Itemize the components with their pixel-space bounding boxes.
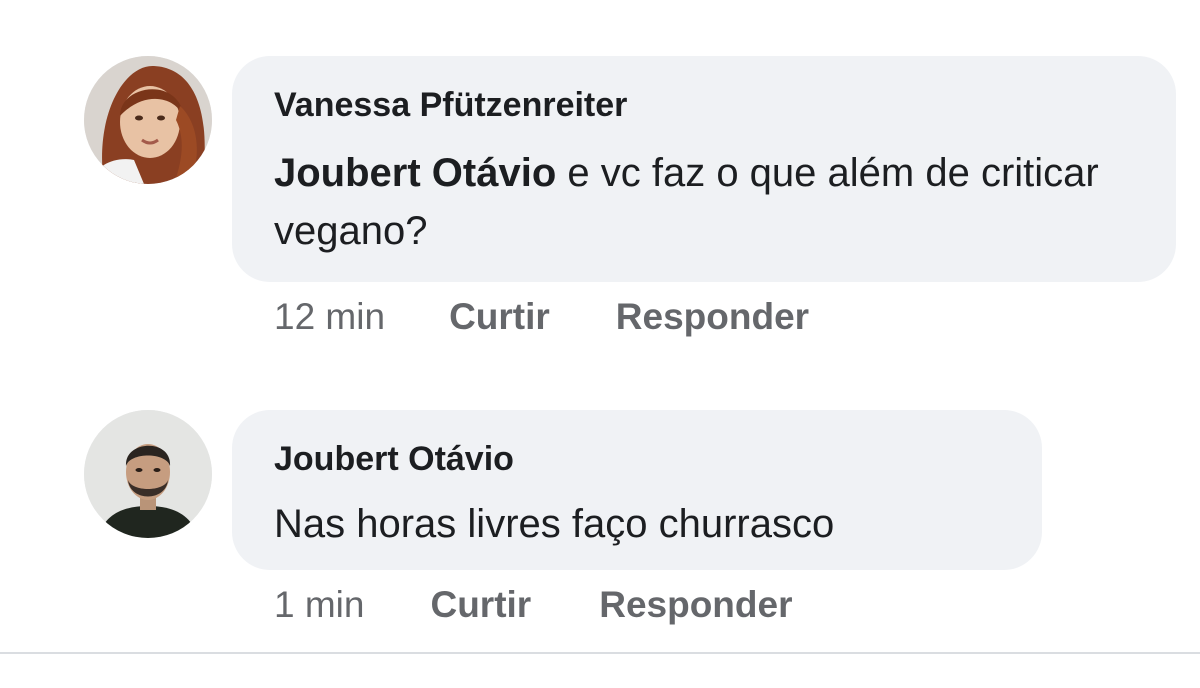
- comment-actions: 1 min Curtir Responder: [274, 584, 792, 626]
- comment-text: Joubert Otávio e vc faz o que além de cr…: [274, 144, 1154, 260]
- profile-photo-man-icon: [84, 410, 212, 538]
- avatar[interactable]: [84, 410, 212, 538]
- like-button[interactable]: Curtir: [430, 584, 531, 626]
- reply-button[interactable]: Responder: [599, 584, 792, 626]
- comment-text: Nas horas livres faço churrasco: [274, 502, 835, 546]
- profile-photo-woman-icon: [84, 56, 212, 184]
- timestamp[interactable]: 1 min: [274, 584, 364, 626]
- comment-author[interactable]: Joubert Otávio: [274, 440, 514, 479]
- comment-actions: 12 min Curtir Responder: [274, 296, 809, 338]
- timestamp[interactable]: 12 min: [274, 296, 385, 338]
- like-button[interactable]: Curtir: [449, 296, 550, 338]
- divider: [0, 652, 1200, 654]
- avatar[interactable]: [84, 56, 212, 184]
- mention-link[interactable]: Joubert Otávio: [274, 151, 556, 195]
- comment-author[interactable]: Vanessa Pfützenreiter: [274, 86, 627, 125]
- reply-button[interactable]: Responder: [616, 296, 809, 338]
